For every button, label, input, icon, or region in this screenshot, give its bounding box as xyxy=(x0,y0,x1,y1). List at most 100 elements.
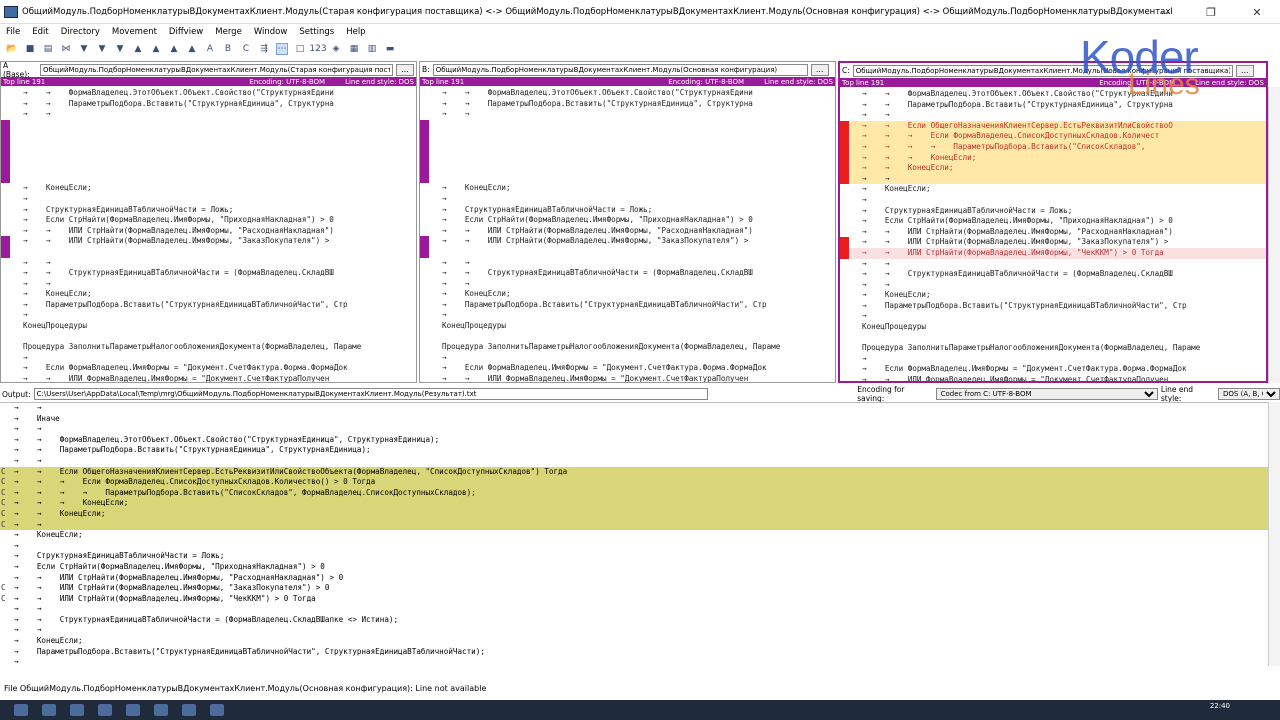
output-line: → → xyxy=(0,604,1268,615)
show-whitespace-icon[interactable]: ⋯ xyxy=(276,43,288,55)
output-line: → → xyxy=(0,424,1268,435)
close-button[interactable]: ✕ xyxy=(1234,0,1280,24)
goto-prev-unsolved-icon[interactable]: ▼ xyxy=(114,43,126,55)
window-split-icon[interactable]: ▥ xyxy=(366,43,378,55)
status-bar: File ОбщийМодуль.ПодборНоменклатурыВДоку… xyxy=(4,684,487,693)
code-line: → → → → ПараметрыПодбора.Вставить("Списо… xyxy=(840,141,1266,153)
pane-a-topline: Top line 191 xyxy=(3,77,46,86)
app-icon-1[interactable] xyxy=(154,704,168,716)
menu-window[interactable]: Window xyxy=(248,27,294,37)
task-view-icon[interactable] xyxy=(70,704,84,716)
output-line: C → → → → ПараметрыПодбора.Вставить("Спис… xyxy=(0,487,1268,499)
minimize-button[interactable]: — xyxy=(1142,0,1188,24)
code-line: → КонецЕсли; xyxy=(862,290,931,300)
browser-icon[interactable] xyxy=(126,704,140,716)
auto-advance-icon[interactable]: ⇶ xyxy=(258,43,270,55)
code-line: → → ФормаВладелец.ЭтотОбъект.Объект.Свой… xyxy=(23,88,334,97)
code-line: → xyxy=(23,352,28,362)
goto-top-icon[interactable]: ⋈ xyxy=(60,43,72,55)
select-c-icon[interactable]: B xyxy=(222,43,234,55)
pane-b-infobar: Top line 191 Encoding: UTF-8-BOM Line en… xyxy=(420,77,835,86)
pane-a[interactable]: A (Base): ... Top line 191 Encoding: UTF… xyxy=(0,61,417,383)
summary-scrollbar[interactable] xyxy=(1268,87,1280,383)
collapse-icon[interactable]: ▬ xyxy=(384,43,396,55)
select-a-icon[interactable]: ▲ xyxy=(186,43,198,55)
output-line: → → xyxy=(0,403,1268,414)
maximize-button[interactable]: ❐ xyxy=(1188,0,1234,24)
goto-next-delta-icon[interactable]: ▼ xyxy=(96,43,108,55)
menu-diffview[interactable]: Diffview xyxy=(163,27,209,37)
pane-c-filename[interactable] xyxy=(852,64,1233,77)
code-line: Процедура ЗаполнитьПараметрыНалогообложе… xyxy=(23,342,362,352)
print-icon[interactable]: ▤ xyxy=(42,43,54,55)
output-line: C → → xyxy=(0,519,1268,531)
pane-a-code[interactable]: → → ФормаВладелец.ЭтотОбъект.Объект.Свой… xyxy=(1,88,416,382)
menu-merge[interactable]: Merge xyxy=(209,27,248,37)
code-line: → ПараметрыПодбора.Вставить("Структурная… xyxy=(862,300,1187,310)
menu-settings[interactable]: Settings xyxy=(293,27,340,37)
origin-marker: C xyxy=(1,487,6,497)
pane-b[interactable]: B: ... Top line 191 Encoding: UTF-8-BOM … xyxy=(419,61,836,383)
pane-b-filename[interactable] xyxy=(432,63,808,76)
origin-marker: C xyxy=(1,583,6,593)
output-label: Output: xyxy=(2,389,31,399)
open-icon[interactable]: 📂 xyxy=(6,43,18,55)
overview-icon[interactable]: ◈ xyxy=(330,43,342,55)
code-line: Процедура ЗаполнитьПараметрыНалогообложе… xyxy=(442,342,781,352)
origin-marker: C xyxy=(1,498,6,508)
menu-file[interactable]: File xyxy=(0,27,26,37)
save-icon[interactable]: ■ xyxy=(24,43,36,55)
choose-all-icon[interactable]: C xyxy=(240,43,252,55)
goto-prev-delta-icon[interactable]: ▼ xyxy=(78,43,90,55)
menu-edit[interactable]: Edit xyxy=(26,27,54,37)
code-line: Процедура ЗаполнитьПараметрыНалогообложе… xyxy=(862,343,1201,353)
app-icon-2[interactable] xyxy=(182,704,196,716)
menu-directory[interactable]: Directory xyxy=(55,27,106,37)
goto-next-unsolved-icon[interactable]: ▲ xyxy=(132,43,144,55)
lineend-select[interactable]: DOS (A, B, C) xyxy=(1218,388,1280,400)
pane-a-browse-button[interactable]: ... xyxy=(396,63,414,76)
origin-marker: C xyxy=(1,508,6,518)
code-line: → → xyxy=(23,109,51,119)
code-line: → → СтруктурнаяЕдиницаВТабличнойЧасти = … xyxy=(442,268,753,278)
output-line: → xyxy=(0,541,1268,552)
goto-bottom-icon[interactable]: ▲ xyxy=(150,43,162,55)
pane-b-browse-button[interactable]: ... xyxy=(810,63,829,76)
pane-c[interactable]: C: ... Top line 191 Encoding: UTF-8-BOM … xyxy=(838,61,1268,383)
explorer-icon[interactable] xyxy=(98,704,112,716)
kdiff-taskbar-icon[interactable] xyxy=(210,704,224,716)
output-editor[interactable]: → → → Иначе → → → → ФормаВладелец.ЭтотОбъек… xyxy=(0,402,1268,666)
menu-movement[interactable]: Movement xyxy=(106,27,163,37)
output-line: → xyxy=(0,657,1268,666)
pane-c-browse-button[interactable]: ... xyxy=(1235,64,1254,77)
line-number-123-icon[interactable]: 123 xyxy=(309,43,326,55)
goto-end-icon[interactable]: ▲ xyxy=(168,43,180,55)
menu-help[interactable]: Help xyxy=(340,27,371,37)
output-scrollbar[interactable] xyxy=(1268,402,1280,666)
pane-c-code[interactable]: → → ФормаВладелец.ЭтотОбъект.Объект.Свой… xyxy=(840,89,1266,381)
pane-b-code[interactable]: → → ФормаВладелец.ЭтотОбъект.Объект.Свой… xyxy=(420,88,835,382)
code-line: → → ИЛИ ФормаВладелец.ИмяФормы = "Докуме… xyxy=(23,374,330,383)
search-icon[interactable] xyxy=(42,704,56,716)
select-b-icon[interactable]: A xyxy=(204,43,216,55)
window-title: ОбщийМодуль.ПодборНоменклатурыВДокумента… xyxy=(22,6,1172,17)
word-wrap-icon[interactable]: ▦ xyxy=(348,43,360,55)
pane-a-filename[interactable] xyxy=(39,63,394,76)
code-line: → КонецЕсли; xyxy=(442,183,511,193)
encoding-select[interactable]: Codec from C: UTF-8-BOM xyxy=(935,388,1158,400)
code-line: → → ИЛИ СтрНайти(ФормаВладелец.ИмяФормы,… xyxy=(862,237,1169,247)
origin-marker: C xyxy=(1,519,6,529)
code-line: → → xyxy=(442,278,470,288)
pane-c-topline: Top line 191 xyxy=(842,78,885,87)
code-line: КонецПроцедуры xyxy=(23,321,88,331)
code-line: → xyxy=(862,194,867,204)
output-line: → КонецЕсли; xyxy=(0,530,1268,541)
output-path-field[interactable] xyxy=(33,388,709,400)
start-icon[interactable] xyxy=(14,704,28,716)
code-line: → xyxy=(862,353,867,363)
code-line: → → Если ОбщегоНазначенияКлиентСервер.Ес… xyxy=(840,120,1266,132)
line-numbers-icon[interactable]: □ xyxy=(294,43,306,55)
